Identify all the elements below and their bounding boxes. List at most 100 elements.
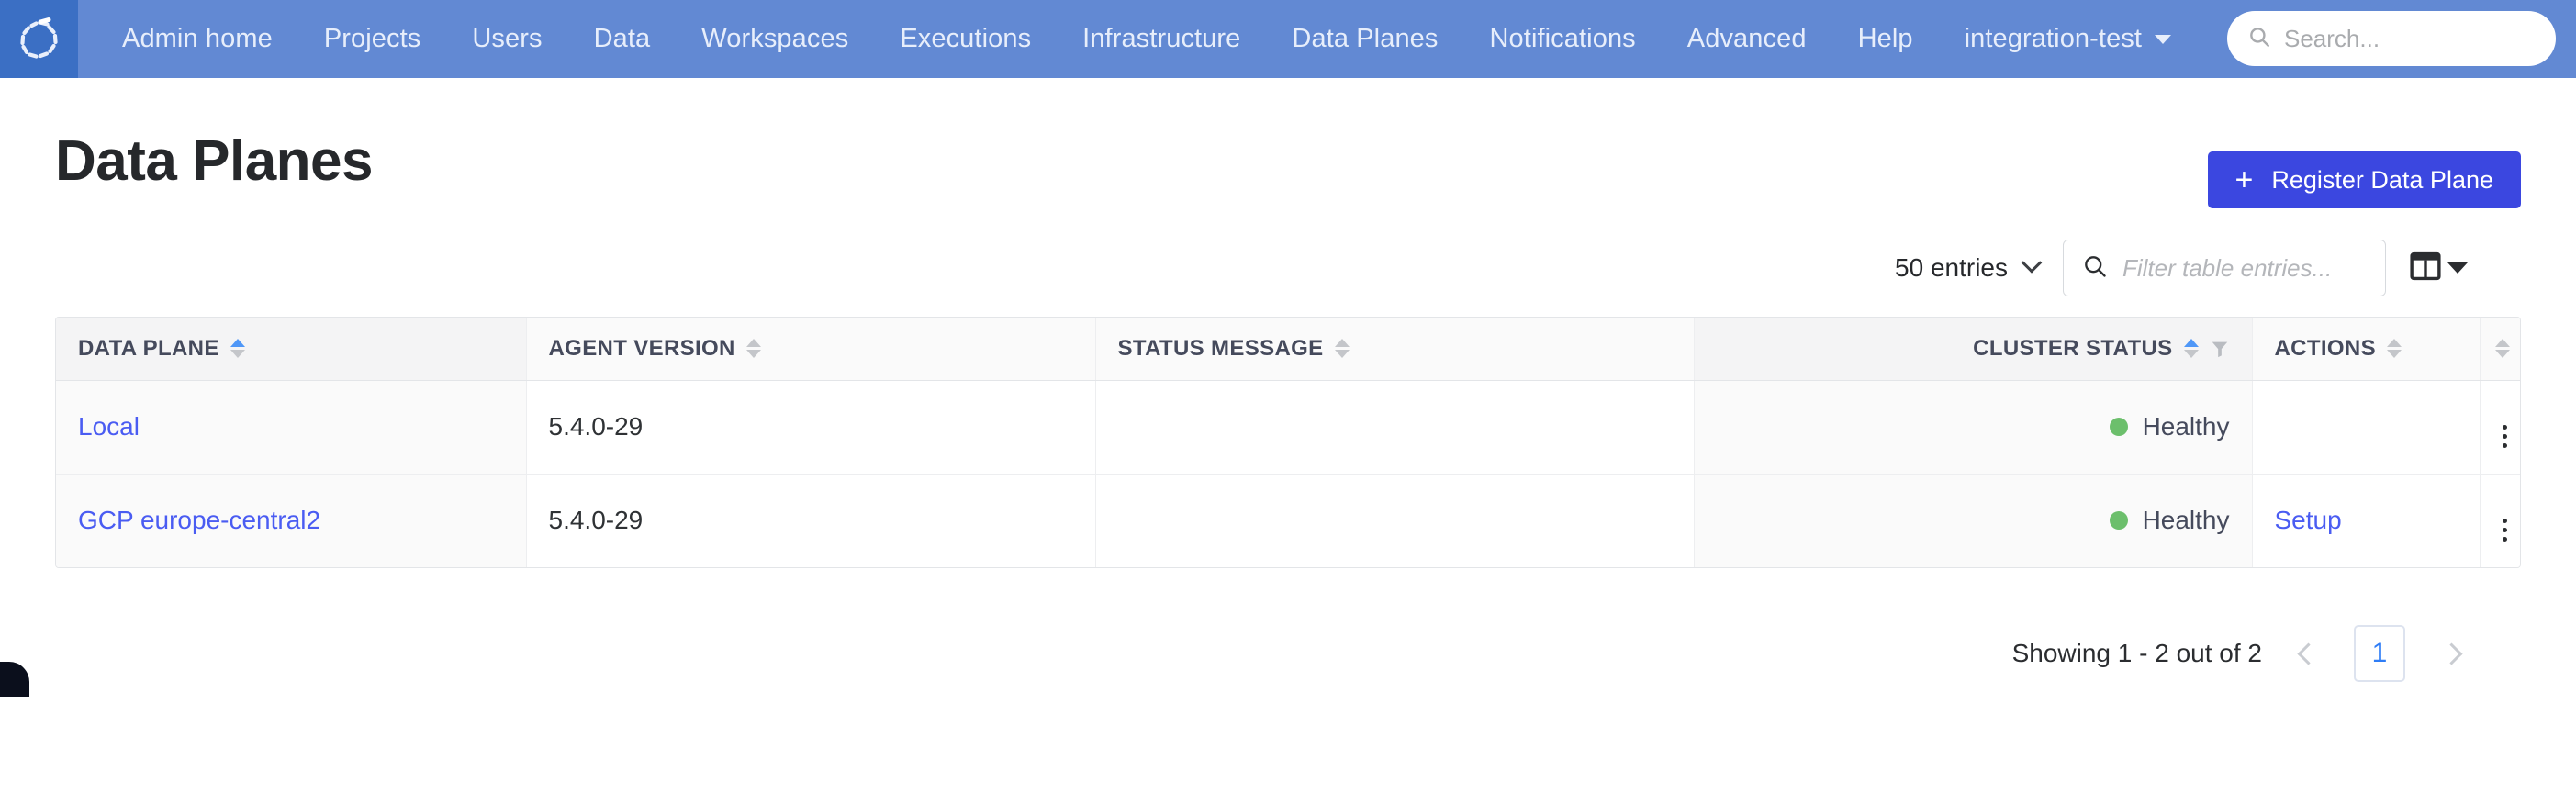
register-data-plane-button[interactable]: + Register Data Plane [2207, 151, 2521, 208]
column-header-data-plane[interactable]: DATA PLANE [56, 318, 527, 381]
chevron-left-icon [2296, 642, 2320, 665]
pagination-summary: Showing 1 - 2 out of 2 [2011, 639, 2262, 667]
nav-item-org-selector[interactable]: integration-test [1939, 26, 2197, 52]
filter-table-placeholder: Filter table entries... [2122, 253, 2333, 282]
column-header-row-menu[interactable] [2480, 318, 2520, 381]
column-header-label: CLUSTER STATUS [1973, 335, 2173, 361]
sort-toggle-icon[interactable] [2183, 339, 2199, 359]
nav-item-label: Infrastructure [1082, 24, 1241, 53]
cell-row-menu [2480, 380, 2520, 475]
cell-data-plane: GCP europe-central2 [56, 474, 527, 567]
column-header-label: ACTIONS [2274, 335, 2376, 361]
column-header-actions[interactable]: ACTIONS [2252, 318, 2481, 381]
column-header-label: STATUS MESSAGE [1117, 335, 1324, 361]
sort-toggle-icon[interactable] [1334, 339, 1350, 359]
search-icon [2082, 253, 2108, 284]
cell-data-plane: Local [56, 380, 527, 475]
register-data-plane-label: Register Data Plane [2271, 165, 2493, 194]
global-search-placeholder: Search... [2284, 24, 2380, 52]
nav-item-workspaces[interactable]: Workspaces [676, 26, 874, 52]
nav-item-list: Admin home Projects Users Data Workspace… [78, 0, 2197, 78]
kebab-menu-icon[interactable] [2502, 518, 2507, 542]
status-dot-icon [2109, 418, 2128, 436]
cell-status-message [1095, 380, 1695, 475]
chevron-down-icon [2155, 34, 2172, 44]
cell-cluster-status: Healthy [1694, 474, 2253, 567]
entries-per-page-label: 50 entries [1895, 253, 2008, 282]
pagination: Showing 1 - 2 out of 2 1 [55, 625, 2521, 682]
table-body: Local 5.4.0-29 Healthy GCP europe-centra… [56, 380, 2520, 567]
nav-item-data-planes[interactable]: Data Planes [1266, 26, 1463, 52]
seqera-spinner-logo-icon [16, 16, 63, 63]
cell-actions [2252, 380, 2481, 475]
column-header-label: DATA PLANE [78, 335, 219, 361]
column-header-agent-version[interactable]: AGENT VERSION [526, 318, 1096, 381]
chevron-down-icon [2447, 262, 2468, 274]
entries-per-page-select[interactable]: 50 entries [1895, 252, 2043, 283]
plus-icon: + [2234, 162, 2254, 197]
nav-item-label: Help [1857, 24, 1913, 53]
nav-item-label: integration-test [1964, 24, 2143, 53]
column-header-label: AGENT VERSION [548, 335, 735, 361]
status-badge: Healthy [2142, 506, 2230, 535]
nav-item-label: Notifications [1489, 24, 1636, 53]
bottom-left-corner-artifact [0, 662, 29, 697]
page-header: Data Planes + Register Data Plane [55, 78, 2521, 208]
nav-item-label: Advanced [1686, 24, 1807, 53]
nav-item-label: Executions [900, 24, 1032, 53]
data-planes-table: DATA PLANE AGENT VERSION STATUS MESSAGE [55, 317, 2521, 568]
nav-item-help[interactable]: Help [1832, 26, 1939, 52]
nav-item-infrastructure[interactable]: Infrastructure [1057, 26, 1266, 52]
chevron-right-icon [2439, 642, 2463, 665]
nav-item-advanced[interactable]: Advanced [1662, 26, 1832, 52]
pagination-page-1[interactable]: 1 [2354, 625, 2405, 682]
nav-item-label: Admin home [122, 24, 273, 53]
nav-item-projects[interactable]: Projects [298, 26, 447, 52]
table-row[interactable]: Local 5.4.0-29 Healthy [56, 380, 2520, 475]
pagination-prev-button[interactable] [2290, 628, 2326, 679]
cell-agent-version: 5.4.0-29 [526, 380, 1096, 475]
status-dot-icon [2109, 511, 2128, 531]
status-badge: Healthy [2142, 412, 2230, 441]
nav-item-notifications[interactable]: Notifications [1464, 26, 1662, 52]
column-settings-button[interactable] [2410, 251, 2468, 286]
columns-settings-icon [2410, 251, 2441, 286]
column-header-cluster-status[interactable]: CLUSTER STATUS [1694, 318, 2253, 381]
sort-toggle-icon[interactable] [230, 339, 245, 359]
filter-funnel-icon[interactable] [2210, 339, 2230, 359]
top-navbar: Admin home Projects Users Data Workspace… [0, 0, 2576, 78]
table-toolbar: 50 entries Filter table entries... [55, 240, 2521, 296]
data-plane-link[interactable]: GCP europe-central2 [78, 506, 320, 534]
app-logo[interactable] [0, 0, 78, 78]
sort-toggle-icon[interactable] [745, 339, 761, 359]
page-title: Data Planes [55, 129, 374, 193]
filter-table-input[interactable]: Filter table entries... [2063, 240, 2386, 296]
search-icon [2247, 25, 2271, 53]
nav-item-executions[interactable]: Executions [874, 26, 1057, 52]
column-header-status-message[interactable]: STATUS MESSAGE [1095, 318, 1695, 381]
nav-item-label: Workspaces [701, 24, 849, 53]
cell-agent-version: 5.4.0-29 [526, 474, 1096, 567]
row-action-link[interactable]: Setup [2275, 506, 2342, 534]
cell-actions: Setup [2252, 474, 2481, 567]
chevron-down-icon [2021, 252, 2043, 274]
cell-status-message [1095, 474, 1695, 567]
nav-item-label: Data [593, 24, 651, 53]
cell-row-menu [2480, 474, 2520, 567]
cell-cluster-status: Healthy [1694, 380, 2253, 475]
nav-item-data[interactable]: Data [568, 26, 677, 52]
nav-item-label: Users [472, 24, 543, 53]
table-header: DATA PLANE AGENT VERSION STATUS MESSAGE [56, 318, 2520, 381]
table-row[interactable]: GCP europe-central2 5.4.0-29 Healthy Set… [56, 474, 2520, 567]
nav-item-admin-home[interactable]: Admin home [96, 26, 298, 52]
nav-item-label: Projects [323, 24, 421, 53]
sort-toggle-icon[interactable] [2386, 339, 2402, 359]
kebab-menu-icon[interactable] [2502, 424, 2507, 448]
nav-item-users[interactable]: Users [446, 26, 567, 52]
page-content: Data Planes + Register Data Plane 50 ent… [0, 78, 2576, 697]
pagination-next-button[interactable] [2433, 628, 2470, 679]
sort-toggle-icon[interactable] [2494, 339, 2510, 359]
nav-item-label: Data Planes [1292, 24, 1439, 53]
data-plane-link[interactable]: Local [78, 412, 140, 441]
global-search-input[interactable]: Search... [2227, 11, 2556, 66]
